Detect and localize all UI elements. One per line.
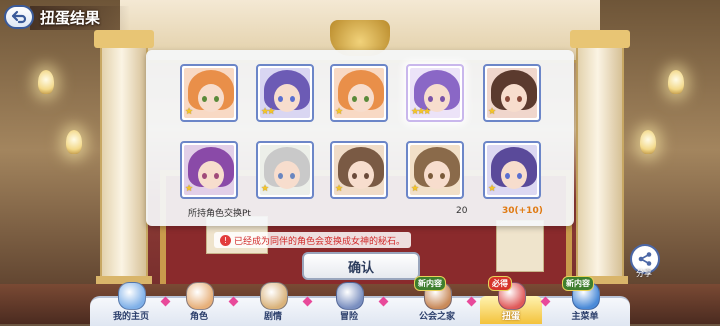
exchange-pt-value: 20 (456, 206, 468, 216)
pillar-left (94, 30, 154, 290)
confirm-button[interactable]: 确认 (302, 252, 420, 280)
character-card-3[interactable]: ★ (330, 64, 388, 122)
rarity-stars: ★ (411, 184, 419, 194)
character-card-10[interactable]: ★ (483, 141, 541, 199)
character-portrait (184, 68, 234, 118)
info-message-text: 已经成为同伴的角色会变换成女神的秘石。 (234, 236, 406, 247)
page-title: 扭蛋结果 (40, 9, 101, 27)
lamp-icon (66, 130, 82, 154)
exchange-pt-new-value: 30(+10) (502, 206, 543, 216)
rarity-stars: ★★★ (411, 107, 431, 117)
lamp-icon (38, 70, 54, 94)
rarity-stars: ★ (335, 107, 343, 117)
rarity-stars: ★ (488, 107, 496, 117)
lamp-icon (640, 130, 656, 154)
back-arrow-icon (11, 10, 27, 24)
home-castle-icon (118, 282, 146, 310)
nav-label: 角色 (189, 312, 208, 322)
nav-badge: 新内容 (414, 276, 446, 291)
character-card-7[interactable]: ★ (256, 141, 314, 199)
rarity-stars: ★ (335, 184, 343, 194)
nav-item-6[interactable]: 主菜单 新内容 (554, 276, 616, 324)
character-card-4[interactable]: ★★★ (406, 64, 464, 122)
character-portrait (260, 145, 310, 195)
pillar-right (570, 30, 630, 290)
nav-item-1[interactable]: 角色 (168, 282, 239, 324)
rarity-stars: ★ (185, 184, 193, 194)
nav-label: 扭蛋 (501, 312, 520, 322)
nav-badge: 新内容 (562, 276, 594, 291)
nav-badge: 必得 (488, 276, 512, 291)
nav-item-5[interactable]: 扭蛋 必得 (480, 276, 551, 324)
lamp-icon (668, 70, 684, 94)
rarity-stars: ★★ (261, 107, 275, 117)
character-card-8[interactable]: ★ (330, 141, 388, 199)
nav-label: 主菜单 (571, 312, 599, 322)
exchange-pt-label: 所持角色交换Pt (188, 209, 251, 219)
character-portrait (334, 68, 384, 118)
rarity-stars: ★ (261, 184, 269, 194)
sword-icon (336, 282, 364, 310)
rarity-stars: ★ (185, 107, 193, 117)
nav-item-0[interactable]: 我的主页 (100, 282, 171, 324)
character-portrait (487, 145, 537, 195)
character-portrait (184, 145, 234, 195)
nav-item-4[interactable]: 公会之家 新内容 (406, 276, 477, 324)
back-button[interactable] (4, 5, 34, 29)
character-icon (186, 282, 214, 310)
character-portrait (410, 145, 460, 195)
character-card-5[interactable]: ★ (483, 64, 541, 122)
info-message: ! 已经成为同伴的角色会变换成女神的秘石。 (214, 232, 412, 248)
character-card-9[interactable]: ★ (406, 141, 464, 199)
nav-item-2[interactable]: 剧情 (242, 282, 313, 324)
nav-label: 公会之家 (418, 312, 455, 322)
character-portrait (487, 68, 537, 118)
nav-label: 冒险 (339, 312, 358, 322)
share-icon (638, 252, 652, 266)
top-header: 扭蛋结果 (0, 0, 200, 34)
nav-label: 我的主页 (112, 312, 149, 322)
nav-item-3[interactable]: 冒险 (318, 282, 389, 324)
character-card-6[interactable]: ★ (180, 141, 238, 199)
character-card-1[interactable]: ★ (180, 64, 238, 122)
share-label: 分享 (636, 269, 652, 278)
warning-icon: ! (220, 234, 231, 246)
character-portrait (334, 145, 384, 195)
story-scroll-icon (260, 282, 288, 310)
rarity-stars: ★ (488, 184, 496, 194)
nav-label: 剧情 (263, 312, 282, 322)
character-card-2[interactable]: ★★ (256, 64, 314, 122)
